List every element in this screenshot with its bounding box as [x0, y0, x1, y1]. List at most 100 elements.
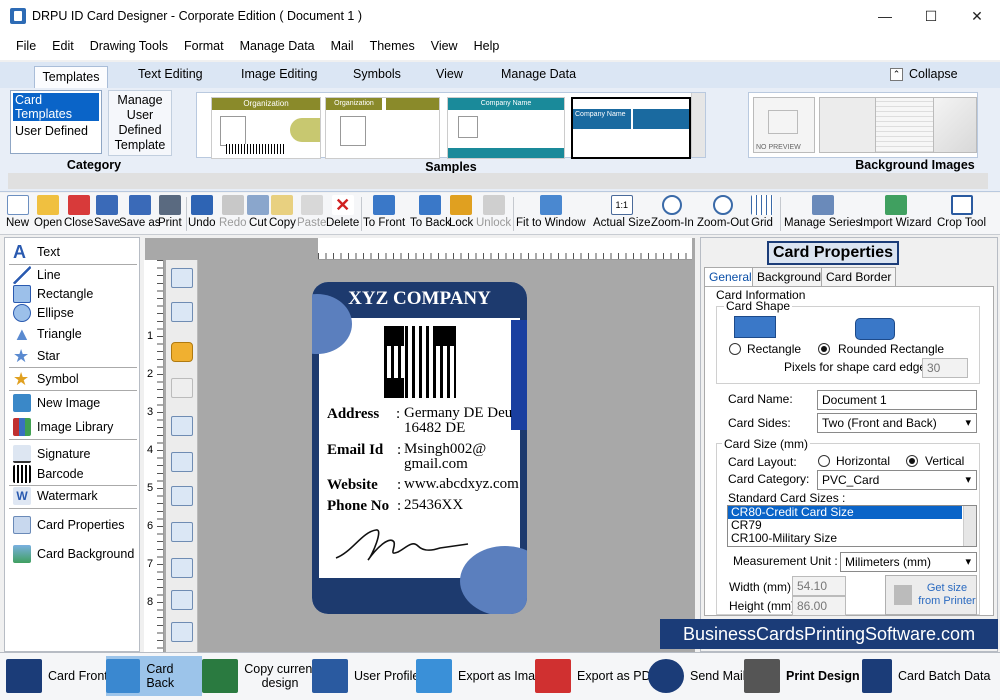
undo-button[interactable]: Undo: [188, 195, 216, 229]
background-tile-speckle[interactable]: [819, 97, 881, 153]
category-card-templates[interactable]: Card Templates: [13, 93, 99, 121]
tool-signature[interactable]: Signature: [13, 444, 91, 464]
pixels-edge-stepper[interactable]: 30: [922, 358, 968, 378]
background-tile-gradient[interactable]: [933, 97, 977, 153]
save-as-button[interactable]: Save as: [119, 195, 161, 229]
lock-button[interactable]: Lock: [449, 195, 473, 229]
tab-text-editing[interactable]: Text Editing: [138, 67, 203, 81]
align-right-icon[interactable]: [171, 522, 193, 542]
open-button[interactable]: Open: [34, 195, 62, 229]
category-list[interactable]: Card Templates User Defined: [10, 90, 102, 154]
save-button[interactable]: Save: [94, 195, 120, 229]
tool-new-image[interactable]: New Image: [13, 393, 100, 413]
menu-edit[interactable]: Edit: [52, 39, 74, 53]
card-name-input[interactable]: Document 1: [817, 390, 977, 410]
close-doc-button[interactable]: Close: [64, 195, 93, 229]
send-backward-icon[interactable]: [171, 302, 193, 322]
rectangle-shape-icon[interactable]: [734, 316, 776, 338]
tab-symbols[interactable]: Symbols: [353, 67, 401, 81]
crop-tool-button[interactable]: Crop Tool: [937, 195, 986, 229]
tool-star[interactable]: ★ Star: [13, 346, 60, 366]
manage-series-button[interactable]: Manage Series: [784, 195, 861, 229]
card-sides-select[interactable]: Two (Front and Back): [817, 413, 977, 433]
close-button[interactable]: ✕: [954, 0, 1000, 32]
unlock-button[interactable]: Unlock: [476, 195, 511, 229]
measurement-unit-select[interactable]: Milimeters (mm): [840, 552, 977, 572]
background-tile-grid[interactable]: [875, 97, 937, 153]
tab-view[interactable]: View: [436, 67, 463, 81]
copy-current-design-button[interactable]: Copy current design: [202, 656, 316, 696]
menu-themes[interactable]: Themes: [370, 39, 415, 53]
new-button[interactable]: New: [6, 195, 29, 229]
redo-button[interactable]: Redo: [219, 195, 247, 229]
menu-drawing-tools[interactable]: Drawing Tools: [90, 39, 168, 53]
tool-triangle[interactable]: ▲ Triangle: [13, 324, 82, 344]
id-card-preview[interactable]: XYZ COMPANY Address: Germany DE Deu 16482…: [312, 282, 527, 614]
card-field-email[interactable]: Email Id: Msingh002@ gmail.com: [327, 442, 486, 472]
samples-scrollbar[interactable]: [691, 93, 705, 157]
tool-symbol[interactable]: ★ Symbol: [13, 369, 79, 389]
export-as-pdf-button[interactable]: Export as PDF: [535, 656, 658, 696]
tool-image-library[interactable]: Image Library: [13, 417, 113, 437]
layout-horizontal-radio[interactable]: [818, 455, 830, 467]
size-option-cr80[interactable]: CR80-Credit Card Size: [728, 506, 962, 519]
card-batch-data-button[interactable]: Card Batch Data: [862, 656, 990, 696]
tool-card-background[interactable]: Card Background: [13, 544, 134, 564]
export-as-image-button[interactable]: Export as Image: [416, 656, 549, 696]
card-front-button[interactable]: Card Front: [6, 656, 108, 696]
width-stepper[interactable]: 54.10: [792, 576, 846, 596]
sample-card-2[interactable]: Organization: [325, 97, 440, 159]
delete-button[interactable]: ✕ Delete: [326, 195, 359, 229]
user-profile-button[interactable]: User Profile: [312, 656, 419, 696]
tool-ellipse[interactable]: Ellipse: [13, 303, 74, 323]
height-stepper[interactable]: 86.00: [792, 596, 846, 616]
sample-card-1[interactable]: Organization: [211, 97, 321, 159]
no-preview-tile[interactable]: NO PREVIEW: [753, 97, 815, 153]
manage-user-defined-template-button[interactable]: Manage User Defined Template: [108, 90, 172, 156]
card-field-phone[interactable]: Phone No:25436XX: [327, 498, 463, 515]
menu-manage-data[interactable]: Manage Data: [240, 39, 315, 53]
menu-format[interactable]: Format: [184, 39, 224, 53]
card-category-select[interactable]: PVC_Card: [817, 470, 977, 490]
zoom-in-button[interactable]: Zoom-In: [651, 195, 694, 229]
tab-image-editing[interactable]: Image Editing: [241, 67, 317, 81]
signature-image[interactable]: [332, 522, 472, 566]
tool-card-properties[interactable]: Card Properties: [13, 515, 125, 535]
tool-barcode[interactable]: Barcode: [13, 464, 84, 484]
minimize-button[interactable]: —: [862, 0, 908, 32]
to-back-button[interactable]: To Back: [410, 195, 451, 229]
rounded-rectangle-shape-icon[interactable]: [855, 318, 895, 340]
standard-sizes-list[interactable]: CR80-Credit Card Size CR79 CR100-Militar…: [727, 505, 977, 547]
collapse-button[interactable]: ⌃ Collapse: [890, 67, 958, 81]
menu-help[interactable]: Help: [474, 39, 500, 53]
tab-templates[interactable]: Templates: [34, 66, 108, 89]
center-on-card-icon[interactable]: [171, 622, 193, 642]
fit-to-window-button[interactable]: Fit to Window: [516, 195, 586, 229]
tab-manage-data[interactable]: Manage Data: [501, 67, 576, 81]
shape-rounded-radio[interactable]: [818, 343, 830, 355]
category-user-defined[interactable]: User Defined: [11, 123, 101, 139]
to-front-button[interactable]: To Front: [363, 195, 405, 229]
layout-vertical-radio[interactable]: [906, 455, 918, 467]
tool-watermark[interactable]: W Watermark: [13, 486, 98, 506]
grid-button[interactable]: Grid: [751, 195, 773, 229]
align-top-icon[interactable]: [171, 452, 193, 472]
print-button[interactable]: Print: [158, 195, 182, 229]
tab-general[interactable]: General: [704, 267, 757, 286]
import-wizard-button[interactable]: Import Wizard: [860, 195, 932, 229]
menu-view[interactable]: View: [431, 39, 458, 53]
align-bottom-icon[interactable]: [171, 558, 193, 578]
tab-card-border[interactable]: Card Border: [821, 267, 897, 286]
tool-text[interactable]: A Text: [13, 242, 60, 262]
align-center-icon[interactable]: [171, 486, 193, 506]
sizes-scrollbar[interactable]: [963, 506, 976, 546]
tool-rectangle[interactable]: Rectangle: [13, 284, 93, 304]
qr-code[interactable]: [382, 324, 458, 400]
sample-card-3[interactable]: Company Name: [447, 97, 565, 159]
card-back-button[interactable]: Card Back: [106, 656, 202, 696]
maximize-button[interactable]: ☐: [908, 0, 954, 32]
copy-button[interactable]: Copy: [269, 195, 296, 229]
ribbon-horizontal-scrollbar[interactable]: [8, 173, 988, 189]
print-design-button[interactable]: Print Design: [744, 656, 860, 696]
get-size-from-printer-button[interactable]: Get size from Printer: [885, 575, 977, 615]
